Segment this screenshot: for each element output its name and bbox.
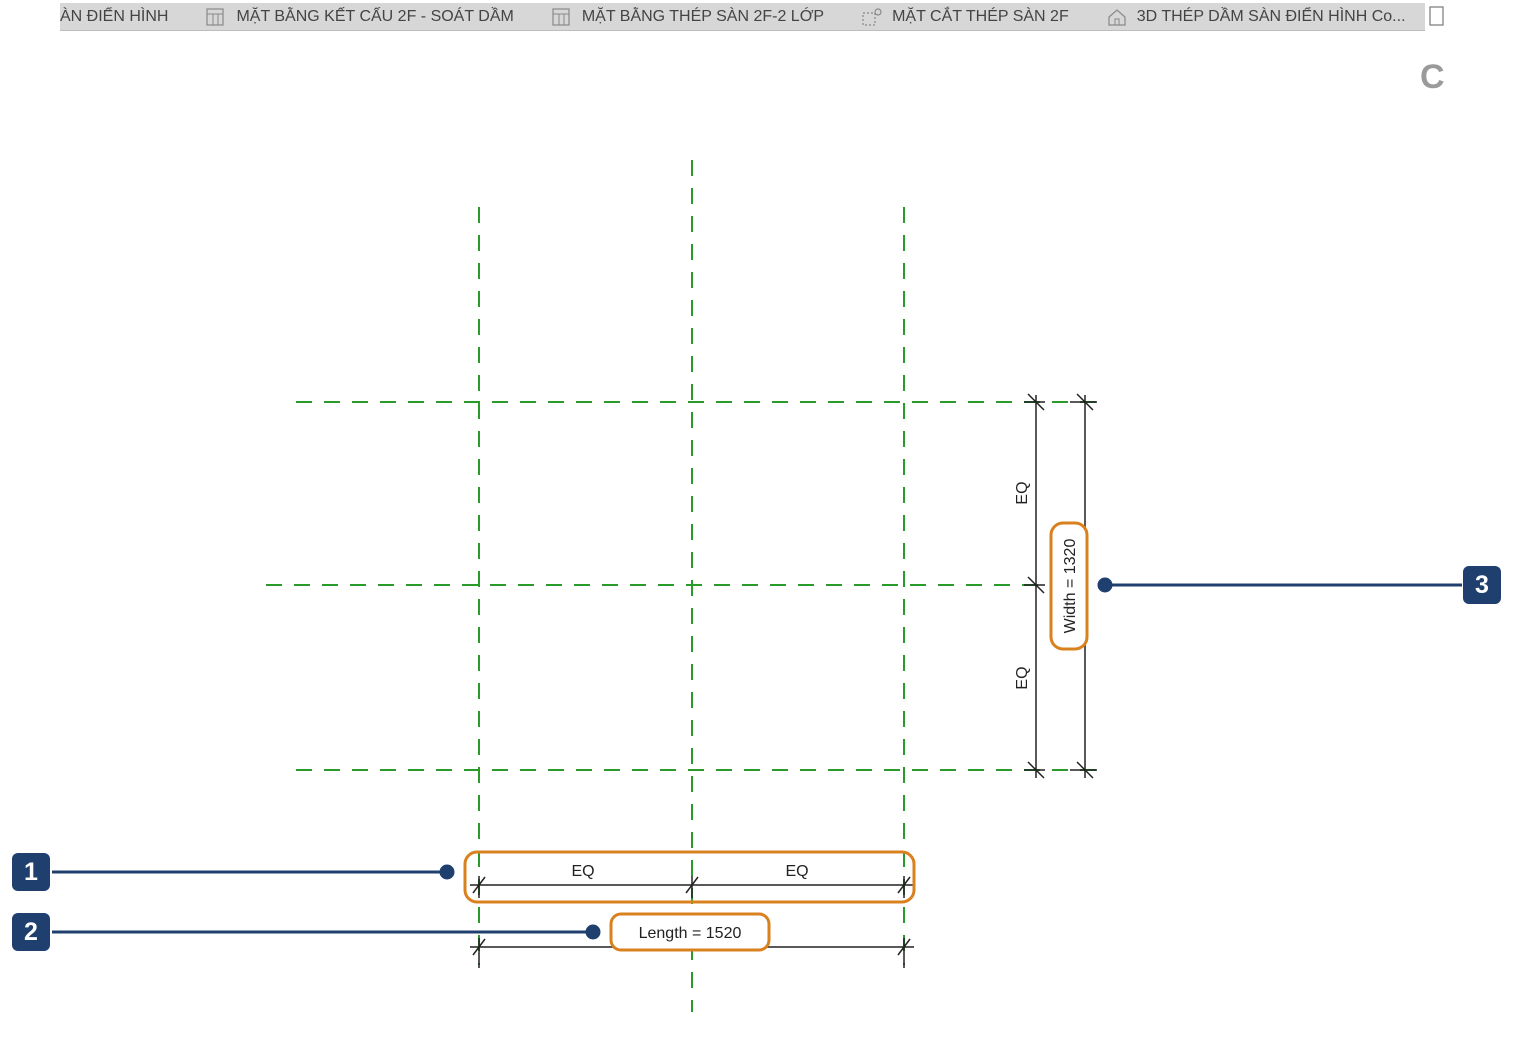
callout-2-badge: 2 bbox=[12, 913, 50, 951]
eq-dimension-horizontal[interactable] bbox=[470, 876, 914, 898]
callout-3-badge: 3 bbox=[1463, 566, 1501, 604]
length-label[interactable]: Length = 1520 bbox=[639, 925, 742, 942]
highlight-eq-horizontal bbox=[463, 850, 916, 904]
drawing-canvas[interactable]: EQ EQ Length = 1520 EQ EQ Width = 1320 bbox=[0, 0, 1520, 1038]
callout-leaders bbox=[52, 577, 1462, 940]
grid-lines bbox=[266, 160, 1097, 1012]
eq-label-upper: EQ bbox=[1014, 481, 1031, 504]
eq-label-lower: EQ bbox=[1014, 666, 1031, 689]
eq-label-left: EQ bbox=[571, 863, 594, 880]
width-label[interactable]: Width = 1320 bbox=[1062, 539, 1079, 634]
callout-1-badge: 1 bbox=[12, 853, 50, 891]
eq-label-right: EQ bbox=[785, 863, 808, 880]
